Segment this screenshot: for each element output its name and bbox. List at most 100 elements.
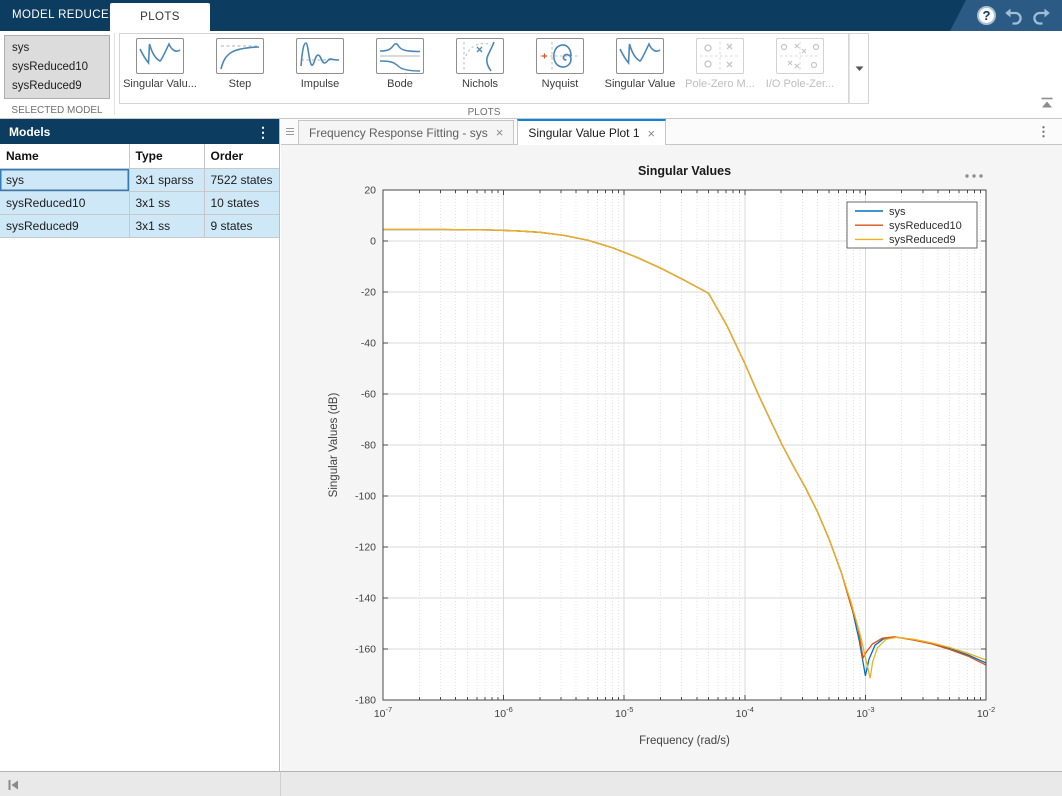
models-panel-header: Models ⋮: [0, 119, 279, 144]
x-axis-label: Frequency (rad/s): [639, 735, 730, 747]
tab-drag-grip-icon[interactable]: [281, 119, 298, 144]
undo-icon[interactable]: [1003, 6, 1024, 26]
y-tick-label: -140: [355, 593, 376, 605]
collapse-left-icon: [7, 779, 19, 791]
nyquist-icon: [536, 38, 584, 74]
plot-title: Singular Values: [638, 164, 731, 178]
gallery-item-singular-value[interactable]: Singular Value: [600, 34, 680, 90]
pole-zero-icon: [696, 38, 744, 74]
y-tick-label: -60: [361, 389, 376, 401]
table-row-sys[interactable]: sys3x1 sparss7522 states: [0, 169, 279, 192]
table-row-sysReduced9[interactable]: sysReduced93x1 ss9 states: [0, 215, 279, 238]
selected-model-section-label: SELECTED MODEL: [0, 105, 114, 116]
y-tick-label: -160: [355, 644, 376, 656]
x-tick-label: 10-5: [615, 705, 633, 720]
gallery-item-label: Singular Value: [605, 78, 676, 90]
ribbon-plots-tab: sys sysReduced10 sysReduced9 SELECTED MO…: [0, 31, 1062, 119]
step-icon: [216, 38, 264, 74]
legend-entry-label: sysReduced10: [889, 220, 962, 232]
tab-plots[interactable]: PLOTS: [110, 3, 210, 31]
gallery-item-label: Singular Valu...: [123, 78, 197, 90]
impulse-icon: [296, 38, 344, 74]
close-icon[interactable]: ×: [648, 126, 656, 141]
axes-toolbar-more-icon[interactable]: [965, 174, 982, 177]
y-tick-label: -120: [355, 542, 376, 554]
main-area: Models ⋮ NameTypeOrder sys3x1 sparss7522…: [0, 119, 1062, 771]
legend-entry-label: sysReduced9: [889, 234, 956, 246]
model-name-cell[interactable]: sys: [0, 169, 129, 192]
toolstrip-tab-bar: MODEL REDUCER PLOTS ?: [0, 0, 1062, 31]
selected-model-line: sysReduced9: [12, 77, 102, 96]
x-tick-label: 10-7: [374, 705, 392, 720]
gallery-item-label: Pole-Zero M...: [685, 78, 755, 90]
selected-model-line: sysReduced10: [12, 58, 102, 77]
gallery-item-nichols[interactable]: Nichols: [440, 34, 520, 90]
y-tick-label: -180: [355, 695, 376, 707]
y-tick-label: -100: [355, 491, 376, 503]
x-tick-label: 10-2: [977, 705, 995, 720]
quick-access-bar: ?: [950, 0, 1062, 31]
column-header-type[interactable]: Type: [129, 144, 204, 169]
gallery-item-pole-zero-m: Pole-Zero M...: [680, 34, 760, 90]
tab-label: Frequency Response Fitting - sys: [309, 126, 488, 140]
tab-label: Singular Value Plot 1: [528, 126, 639, 140]
x-tick-label: 10-6: [494, 705, 512, 720]
singular-values-plot[interactable]: 20 0 -20 -40 -60 -80 -100 -120 -140 -160 -18010-7 1…: [281, 145, 1062, 771]
chevron-down-icon: [855, 66, 864, 72]
plot-legend[interactable]: sys sysReduced10 sysReduced9: [847, 202, 977, 248]
table-row-sysReduced10[interactable]: sysReduced103x1 ss10 states: [0, 192, 279, 215]
tab-frequency-response-fitting[interactable]: Frequency Response Fitting - sys ×: [298, 120, 514, 144]
model-order-cell[interactable]: 9 states: [204, 215, 279, 238]
gallery-item-label: Step: [229, 78, 252, 90]
y-tick-label: 0: [370, 236, 376, 248]
model-name-cell[interactable]: sysReduced10: [0, 192, 129, 215]
panel-divider: [280, 772, 281, 796]
gallery-item-label: I/O Pole-Zer...: [766, 78, 834, 90]
document-menu-icon[interactable]: ⋮: [1037, 125, 1050, 138]
y-tick-label: -80: [361, 440, 376, 452]
model-type-cell[interactable]: 3x1 ss: [129, 215, 204, 238]
models-menu-icon[interactable]: ⋮: [256, 125, 270, 139]
close-icon[interactable]: ×: [496, 125, 504, 140]
models-panel-title: Models: [9, 125, 50, 139]
x-tick-label: 10-3: [856, 705, 874, 720]
gallery-item-label: Nyquist: [542, 78, 579, 90]
gallery-item-label: Bode: [387, 78, 413, 90]
models-table: NameTypeOrder sys3x1 sparss7522 statessy…: [0, 144, 279, 238]
model-type-cell[interactable]: 3x1 ss: [129, 192, 204, 215]
gallery-item-i-o-pole-zer: I/O Pole-Zer...: [760, 34, 840, 90]
y-axis-label: Singular Values (dB): [328, 393, 340, 498]
model-name-cell[interactable]: sysReduced9: [0, 215, 129, 238]
model-type-cell[interactable]: 3x1 sparss: [129, 169, 204, 192]
gallery-item-step[interactable]: Step: [200, 34, 280, 90]
document-tab-bar: Frequency Response Fitting - sys × Singu…: [281, 119, 1062, 145]
tab-singular-value-plot[interactable]: Singular Value Plot 1 ×: [517, 119, 666, 145]
nichols-icon: [456, 38, 504, 74]
gallery-item-nyquist[interactable]: Nyquist: [520, 34, 600, 90]
selected-model-box[interactable]: sys sysReduced10 sysReduced9: [4, 35, 110, 99]
collapse-panel-button[interactable]: [7, 778, 19, 796]
gallery-item-bode[interactable]: Bode: [360, 34, 440, 90]
column-header-name[interactable]: Name: [0, 144, 129, 169]
model-reducer-app: MODEL REDUCER PLOTS ? sys sysReduced10: [0, 0, 1062, 796]
x-tick-label: 10-4: [736, 705, 754, 720]
help-button[interactable]: ?: [977, 6, 996, 25]
gallery-item-impulse[interactable]: Impulse: [280, 34, 360, 90]
model-order-cell[interactable]: 7522 states: [204, 169, 279, 192]
y-tick-label: -20: [361, 287, 376, 299]
section-divider: [114, 33, 115, 115]
document-area: Frequency Response Fitting - sys × Singu…: [281, 119, 1062, 771]
gallery-item-singular-valu[interactable]: Singular Valu...: [120, 34, 200, 90]
column-header-order[interactable]: Order: [204, 144, 279, 169]
redo-icon[interactable]: [1031, 6, 1052, 26]
bottom-status-bar: [0, 771, 1062, 796]
legend-entry-label: sys: [889, 206, 906, 218]
gallery-item-label: Nichols: [462, 78, 498, 90]
collapse-ribbon-button[interactable]: [1039, 96, 1055, 114]
gallery-dropdown-button[interactable]: [849, 33, 869, 104]
model-order-cell[interactable]: 10 states: [204, 192, 279, 215]
figure-canvas[interactable]: 20 0 -20 -40 -60 -80 -100 -120 -140 -160 -18010-7 1…: [281, 145, 1062, 771]
y-tick-label: 20: [364, 185, 376, 197]
plots-gallery: Singular Valu... Step Impulse Bode Nichols Ny…: [119, 33, 849, 104]
y-tick-label: -40: [361, 338, 376, 350]
